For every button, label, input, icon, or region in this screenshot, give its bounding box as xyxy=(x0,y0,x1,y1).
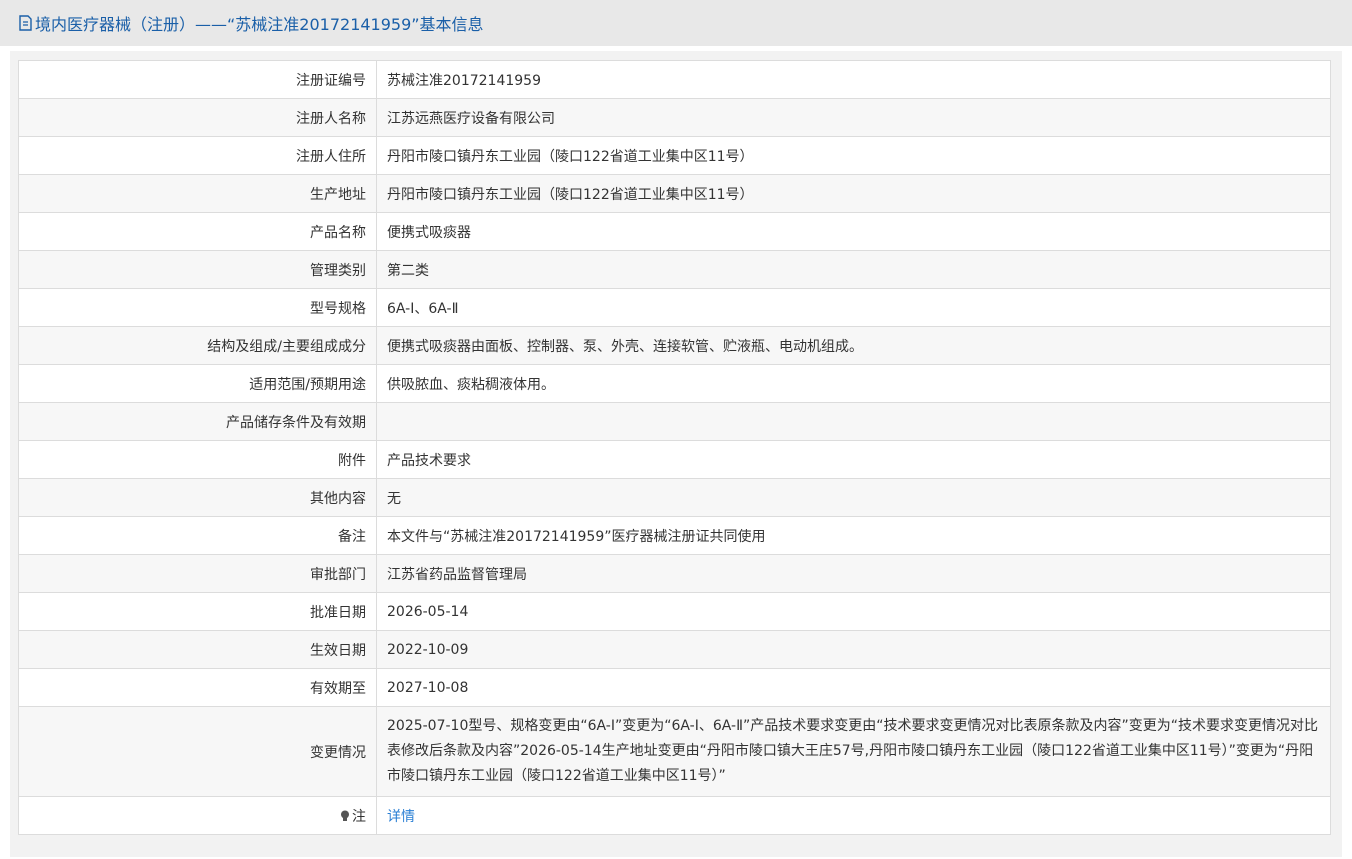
row-label: 附件 xyxy=(18,440,377,479)
row-value: 无 xyxy=(376,478,1331,517)
row-value xyxy=(376,402,1331,441)
note-value-cell: 详情 xyxy=(376,796,1331,835)
note-label: 注 xyxy=(352,808,366,825)
table-row: 注册人名称 江苏远燕医疗设备有限公司 xyxy=(18,98,1331,137)
table-row: 型号规格 6A-Ⅰ、6A-Ⅱ xyxy=(18,288,1331,327)
row-label: 生产地址 xyxy=(18,174,377,213)
row-label: 注册人住所 xyxy=(18,136,377,175)
row-value: 2026-05-14 xyxy=(376,592,1331,631)
row-label: 型号规格 xyxy=(18,288,377,327)
table-row: 变更情况 2025-07-10型号、规格变更由“6A-Ⅰ”变更为“6A-Ⅰ、6A-… xyxy=(18,706,1331,797)
row-value: 江苏省药品监督管理局 xyxy=(376,554,1331,593)
document-icon xyxy=(19,15,32,31)
table-row: 附件 产品技术要求 xyxy=(18,440,1331,479)
row-value: 苏械注准20172141959 xyxy=(376,60,1331,99)
table-row: 适用范围/预期用途 供吸脓血、痰粘稠液体用。 xyxy=(18,364,1331,403)
row-label: 结构及组成/主要组成成分 xyxy=(18,326,377,365)
row-label: 产品名称 xyxy=(18,212,377,251)
row-label: 备注 xyxy=(18,516,377,555)
row-value: 第二类 xyxy=(376,250,1331,289)
table-row: 产品储存条件及有效期 xyxy=(18,402,1331,441)
table-row: 生效日期 2022-10-09 xyxy=(18,630,1331,669)
row-label: 适用范围/预期用途 xyxy=(18,364,377,403)
table-row: 注册证编号 苏械注准20172141959 xyxy=(18,60,1331,99)
row-label: 批准日期 xyxy=(18,592,377,631)
table-row: 注册人住所 丹阳市陵口镇丹东工业园（陵口122省道工业集中区11号） xyxy=(18,136,1331,175)
row-value: 便携式吸痰器由面板、控制器、泵、外壳、连接软管、贮液瓶、电动机组成。 xyxy=(376,326,1331,365)
row-value: 便携式吸痰器 xyxy=(376,212,1331,251)
page-title: 境内医疗器械（注册）——“苏械注准20172141959”基本信息 xyxy=(35,15,484,34)
info-table-body: 注册证编号 苏械注准20172141959 注册人名称 江苏远燕医疗设备有限公司 注册人… xyxy=(18,60,1331,835)
details-link[interactable]: 详情 xyxy=(387,809,415,825)
note-row: 注 详情 xyxy=(18,796,1331,835)
row-value: 产品技术要求 xyxy=(376,440,1331,479)
row-label: 注册证编号 xyxy=(18,60,377,99)
row-value: 2022-10-09 xyxy=(376,630,1331,669)
page-header: 境内医疗器械（注册）——“苏械注准20172141959”基本信息 xyxy=(0,0,1352,46)
row-value: 6A-Ⅰ、6A-Ⅱ xyxy=(376,288,1331,327)
row-label: 管理类别 xyxy=(18,250,377,289)
row-value: 丹阳市陵口镇丹东工业园（陵口122省道工业集中区11号） xyxy=(376,174,1331,213)
table-row: 有效期至 2027-10-08 xyxy=(18,668,1331,707)
note-label-cell: 注 xyxy=(18,796,377,835)
table-row: 审批部门 江苏省药品监督管理局 xyxy=(18,554,1331,593)
row-value: 丹阳市陵口镇丹东工业园（陵口122省道工业集中区11号） xyxy=(376,136,1331,175)
row-label: 其他内容 xyxy=(18,478,377,517)
table-row: 结构及组成/主要组成成分 便携式吸痰器由面板、控制器、泵、外壳、连接软管、贮液瓶、… xyxy=(18,326,1331,365)
lightbulb-icon xyxy=(341,810,349,821)
table-row: 备注 本文件与“苏械注准20172141959”医疗器械注册证共同使用 xyxy=(18,516,1331,555)
table-row: 管理类别 第二类 xyxy=(18,250,1331,289)
row-label: 变更情况 xyxy=(18,706,377,797)
table-row: 产品名称 便携式吸痰器 xyxy=(18,212,1331,251)
table-row: 其他内容无 xyxy=(18,478,1331,517)
row-value: 2027-10-08 xyxy=(376,668,1331,707)
row-value: 本文件与“苏械注准20172141959”医疗器械注册证共同使用 xyxy=(376,516,1331,555)
info-table: 注册证编号 苏械注准20172141959 注册人名称 江苏远燕医疗设备有限公司 注册人… xyxy=(18,60,1331,835)
row-value: 江苏远燕医疗设备有限公司 xyxy=(376,98,1331,137)
header-title-wrap: 境内医疗器械（注册）——“苏械注准20172141959”基本信息 xyxy=(18,10,484,36)
row-label: 产品储存条件及有效期 xyxy=(18,402,377,441)
table-row: 批准日期 2026-05-14 xyxy=(18,592,1331,631)
row-label: 审批部门 xyxy=(18,554,377,593)
row-label: 生效日期 xyxy=(18,630,377,669)
row-label: 注册人名称 xyxy=(18,98,377,137)
info-panel: 注册证编号 苏械注准20172141959 注册人名称 江苏远燕医疗设备有限公司 注册人… xyxy=(10,51,1342,857)
row-label: 有效期至 xyxy=(18,668,377,707)
row-value: 2025-07-10型号、规格变更由“6A-Ⅰ”变更为“6A-Ⅰ、6A-Ⅱ”产品… xyxy=(376,706,1331,797)
row-value: 供吸脓血、痰粘稠液体用。 xyxy=(376,364,1331,403)
table-row: 生产地址 丹阳市陵口镇丹东工业园（陵口122省道工业集中区11号） xyxy=(18,174,1331,213)
